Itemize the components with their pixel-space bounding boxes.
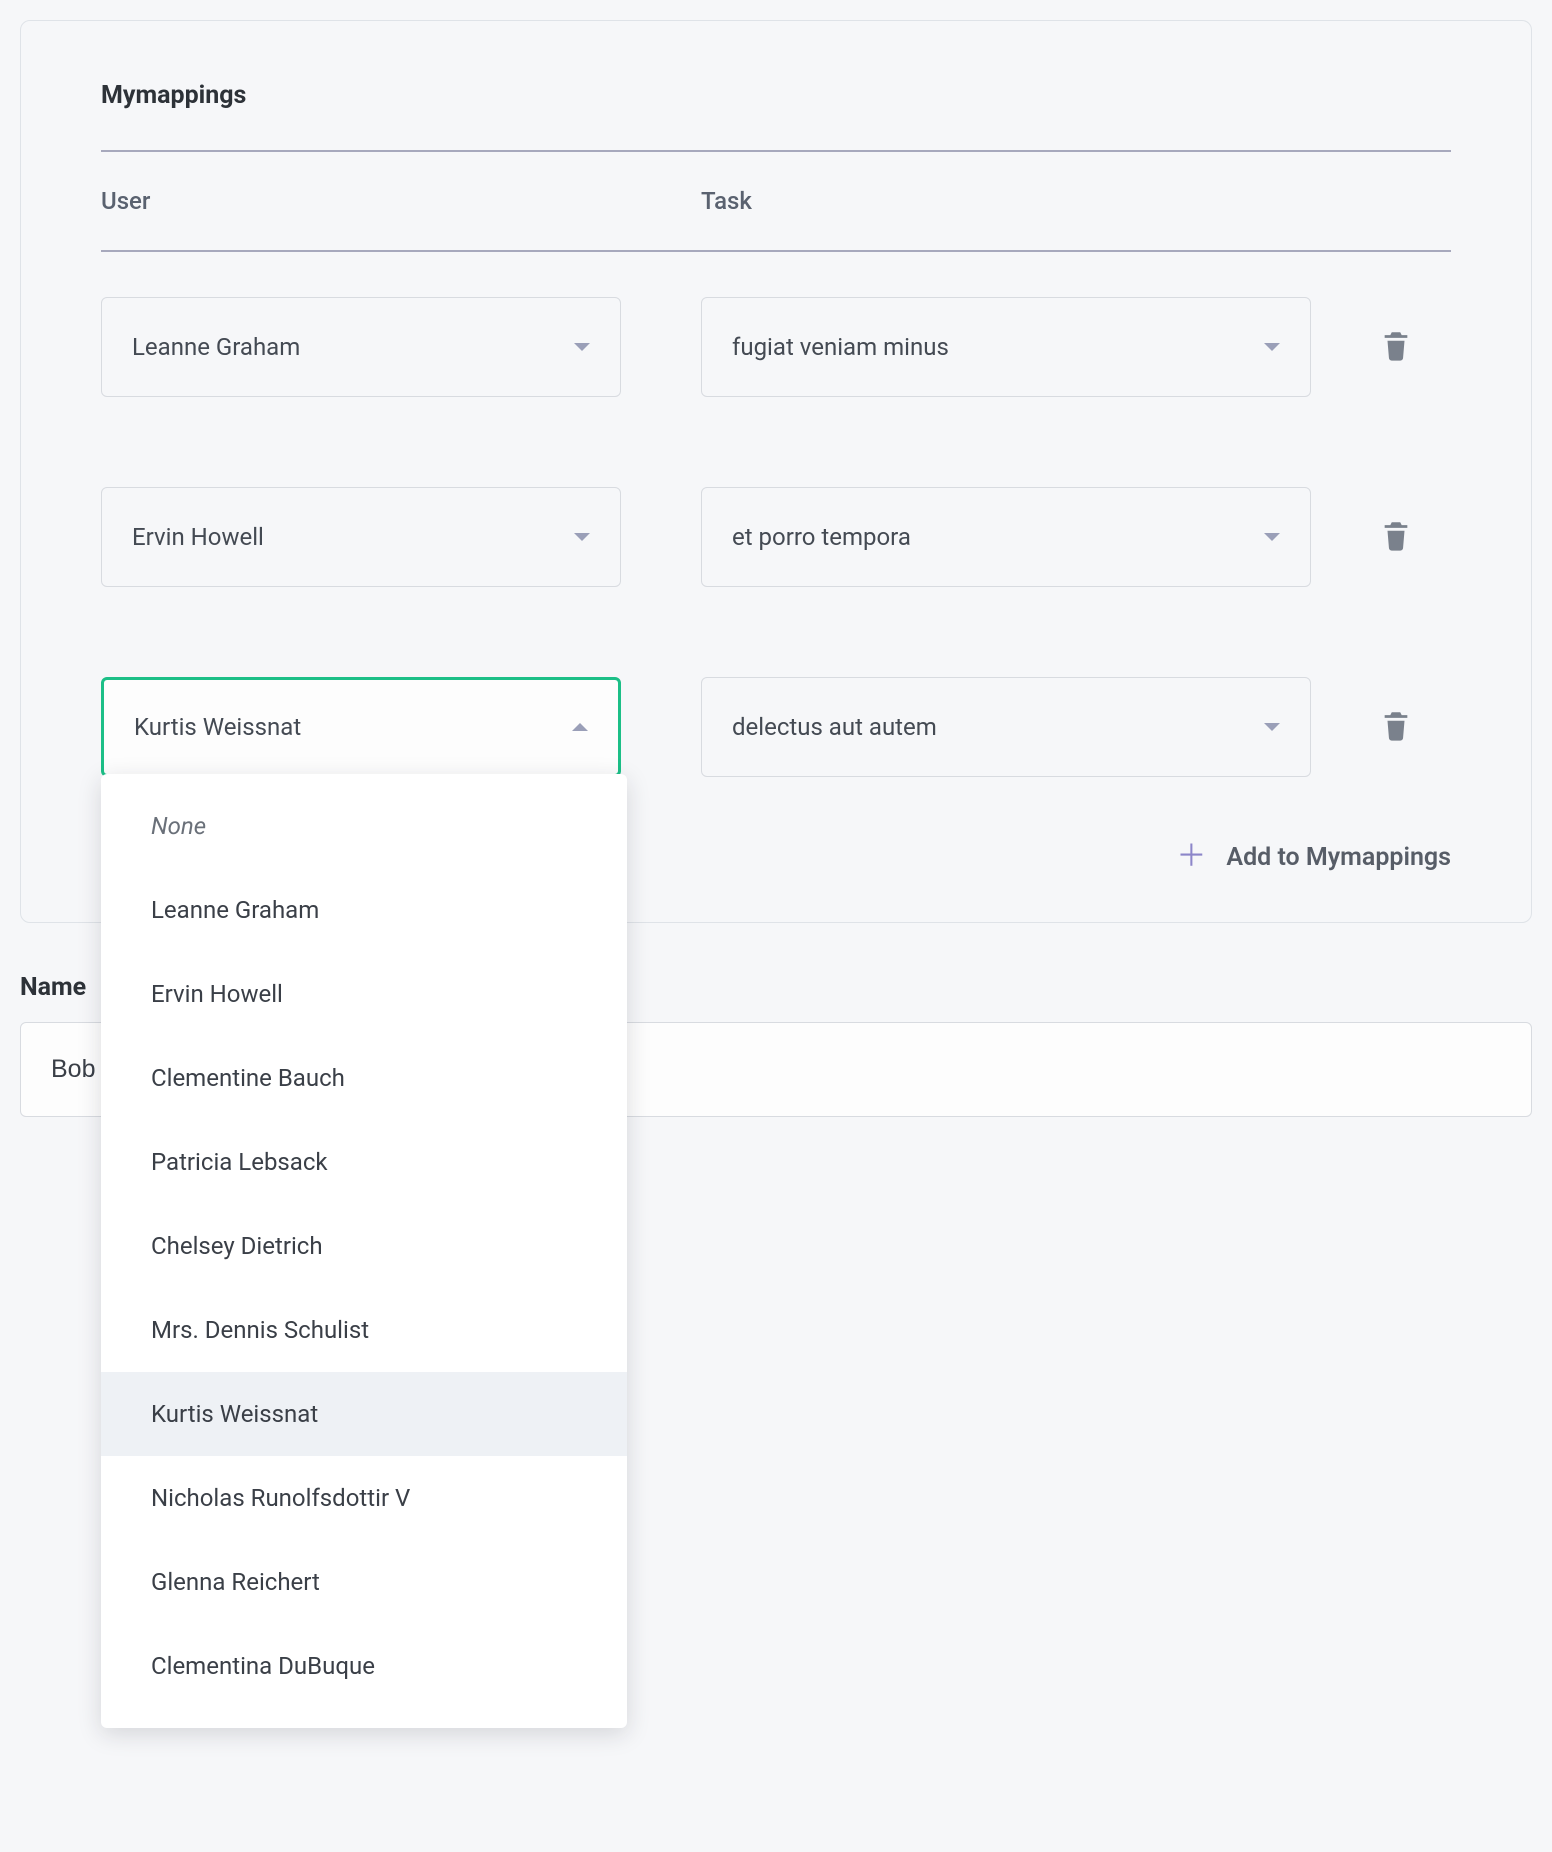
dropdown-option[interactable]: Leanne Graham — [101, 868, 627, 952]
trash-icon — [1379, 326, 1413, 368]
task-select-value: et porro tempora — [732, 523, 911, 551]
column-header-user: User — [101, 187, 701, 215]
user-select[interactable]: Ervin Howell — [101, 487, 621, 587]
dropdown-option-none[interactable]: None — [101, 784, 627, 868]
add-mapping-label: Add to Mymappings — [1226, 843, 1451, 872]
delete-row-button[interactable] — [1341, 706, 1451, 748]
user-select[interactable]: Leanne Graham — [101, 297, 621, 397]
mapping-row: Kurtis Weissnat None Leanne Graham Ervin… — [101, 632, 1451, 822]
user-select-dropdown: None Leanne Graham Ervin Howell Clementi… — [101, 774, 627, 1728]
mapping-row: Leanne Graham fugiat veniam minus — [101, 252, 1451, 442]
user-select-value: Leanne Graham — [132, 333, 300, 361]
chevron-down-icon — [1264, 343, 1280, 351]
dropdown-option[interactable]: Patricia Lebsack — [101, 1120, 627, 1204]
header-row: User Task — [101, 152, 1451, 250]
chevron-down-icon — [574, 533, 590, 541]
column-header-actions — [1341, 187, 1451, 215]
chevron-down-icon — [1264, 533, 1280, 541]
dropdown-option[interactable]: Glenna Reichert — [101, 1540, 627, 1624]
task-select[interactable]: et porro tempora — [701, 487, 1311, 587]
task-select-value: delectus aut autem — [732, 713, 937, 741]
dropdown-option[interactable]: Ervin Howell — [101, 952, 627, 1036]
task-select-value: fugiat veniam minus — [732, 333, 949, 361]
user-select-value: Kurtis Weissnat — [134, 713, 301, 741]
dropdown-option[interactable]: Chelsey Dietrich — [101, 1204, 627, 1288]
dropdown-option[interactable]: Kurtis Weissnat — [101, 1372, 627, 1456]
delete-row-button[interactable] — [1341, 326, 1451, 368]
mapping-row: Ervin Howell et porro tempora — [101, 442, 1451, 632]
trash-icon — [1379, 706, 1413, 748]
delete-row-button[interactable] — [1341, 516, 1451, 558]
task-select[interactable]: fugiat veniam minus — [701, 297, 1311, 397]
panel-title: Mymappings — [101, 81, 1451, 110]
plus-icon: ＋ — [1176, 842, 1206, 872]
chevron-up-icon — [572, 723, 588, 731]
user-select[interactable]: Kurtis Weissnat None Leanne Graham Ervin… — [101, 677, 621, 777]
trash-icon — [1379, 516, 1413, 558]
chevron-down-icon — [1264, 723, 1280, 731]
mymappings-panel: Mymappings User Task Leanne Graham fugia… — [20, 20, 1532, 923]
dropdown-option[interactable]: Nicholas Runolfsdottir V — [101, 1456, 627, 1540]
dropdown-option[interactable]: Clementine Bauch — [101, 1036, 627, 1120]
user-select-value: Ervin Howell — [132, 523, 264, 551]
task-select[interactable]: delectus aut autem — [701, 677, 1311, 777]
chevron-down-icon — [574, 343, 590, 351]
column-header-task: Task — [701, 187, 1341, 215]
dropdown-option[interactable]: Clementina DuBuque — [101, 1624, 627, 1708]
dropdown-option[interactable]: Mrs. Dennis Schulist — [101, 1288, 627, 1372]
